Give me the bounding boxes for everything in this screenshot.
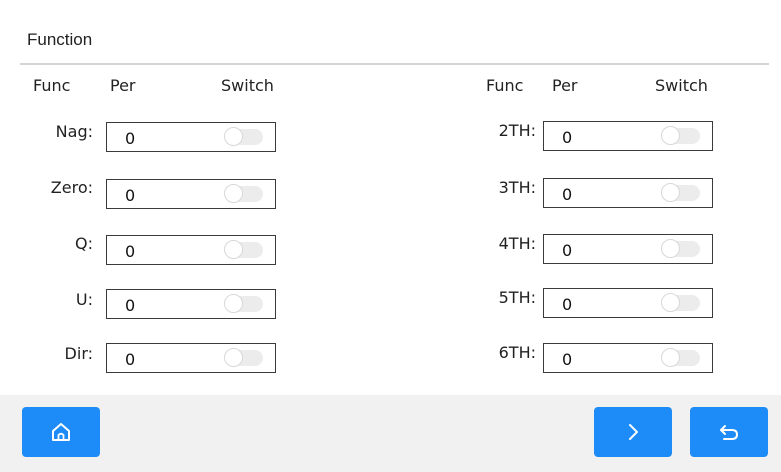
- 6th-per-value: 0: [562, 350, 573, 369]
- nag-per-value: 0: [125, 129, 136, 148]
- row-label-3th: 3TH:: [498, 178, 536, 197]
- page-title: Function: [27, 30, 93, 49]
- switch-knob: [661, 293, 680, 312]
- dir-per-field[interactable]: 0: [106, 343, 276, 373]
- zero-switch[interactable]: [224, 184, 263, 203]
- left-header-per: Per: [110, 76, 136, 95]
- 3th-per-value: 0: [562, 185, 573, 204]
- switch-knob: [661, 348, 680, 367]
- nag-switch[interactable]: [224, 127, 263, 146]
- right-header-switch: Switch: [655, 76, 708, 95]
- chevron-right-icon: [629, 424, 638, 440]
- back-button[interactable]: [690, 407, 768, 457]
- q-per-field[interactable]: 0: [106, 235, 276, 265]
- zero-per-value: 0: [125, 186, 136, 205]
- u-per-value: 0: [125, 296, 136, 315]
- right-header-func: Func: [486, 76, 524, 95]
- left-header-func: Func: [33, 76, 71, 95]
- return-arrow-icon: [720, 425, 739, 440]
- dir-per-value: 0: [125, 350, 136, 369]
- u-per-field[interactable]: 0: [106, 289, 276, 319]
- switch-knob: [224, 240, 243, 259]
- row-label-q: Q:: [75, 234, 93, 253]
- row-label-dir: Dir:: [64, 344, 93, 363]
- home-icon: [52, 423, 70, 441]
- 3th-per-field[interactable]: 0: [543, 178, 713, 208]
- 5th-per-field[interactable]: 0: [543, 288, 713, 318]
- 5th-switch[interactable]: [661, 293, 700, 312]
- row-label-4th: 4TH:: [498, 234, 536, 253]
- zero-per-field[interactable]: 0: [106, 179, 276, 209]
- dir-switch[interactable]: [224, 348, 263, 367]
- row-label-zero: Zero:: [50, 178, 93, 197]
- next-button[interactable]: [594, 407, 672, 457]
- 3th-switch[interactable]: [661, 183, 700, 202]
- function-panel: Function Func Per Switch Func Per Switch…: [0, 0, 781, 395]
- 5th-per-value: 0: [562, 295, 573, 314]
- switch-knob: [224, 184, 243, 203]
- 6th-per-field[interactable]: 0: [543, 343, 713, 373]
- switch-knob: [224, 127, 243, 146]
- switch-knob: [661, 239, 680, 258]
- 4th-per-field[interactable]: 0: [543, 234, 713, 264]
- row-label-u: U:: [75, 290, 93, 309]
- switch-knob: [661, 126, 680, 145]
- q-per-value: 0: [125, 242, 136, 261]
- row-label-6th: 6TH:: [498, 343, 536, 362]
- 2th-switch[interactable]: [661, 126, 700, 145]
- 4th-switch[interactable]: [661, 239, 700, 258]
- left-header-switch: Switch: [221, 76, 274, 95]
- switch-knob: [661, 183, 680, 202]
- title-divider: [20, 63, 769, 65]
- row-label-5th: 5TH:: [498, 288, 536, 307]
- 4th-per-value: 0: [562, 241, 573, 260]
- nag-per-field[interactable]: 0: [106, 122, 276, 152]
- function-screen: Function Func Per Switch Func Per Switch…: [0, 0, 781, 472]
- home-button[interactable]: [22, 407, 100, 457]
- right-header-per: Per: [552, 76, 578, 95]
- 2th-per-field[interactable]: 0: [543, 121, 713, 151]
- row-label-nag: Nag:: [55, 122, 93, 141]
- q-switch[interactable]: [224, 240, 263, 259]
- switch-knob: [224, 294, 243, 313]
- switch-knob: [224, 348, 243, 367]
- 2th-per-value: 0: [562, 128, 573, 147]
- u-switch[interactable]: [224, 294, 263, 313]
- row-label-2th: 2TH:: [498, 121, 536, 140]
- 6th-switch[interactable]: [661, 348, 700, 367]
